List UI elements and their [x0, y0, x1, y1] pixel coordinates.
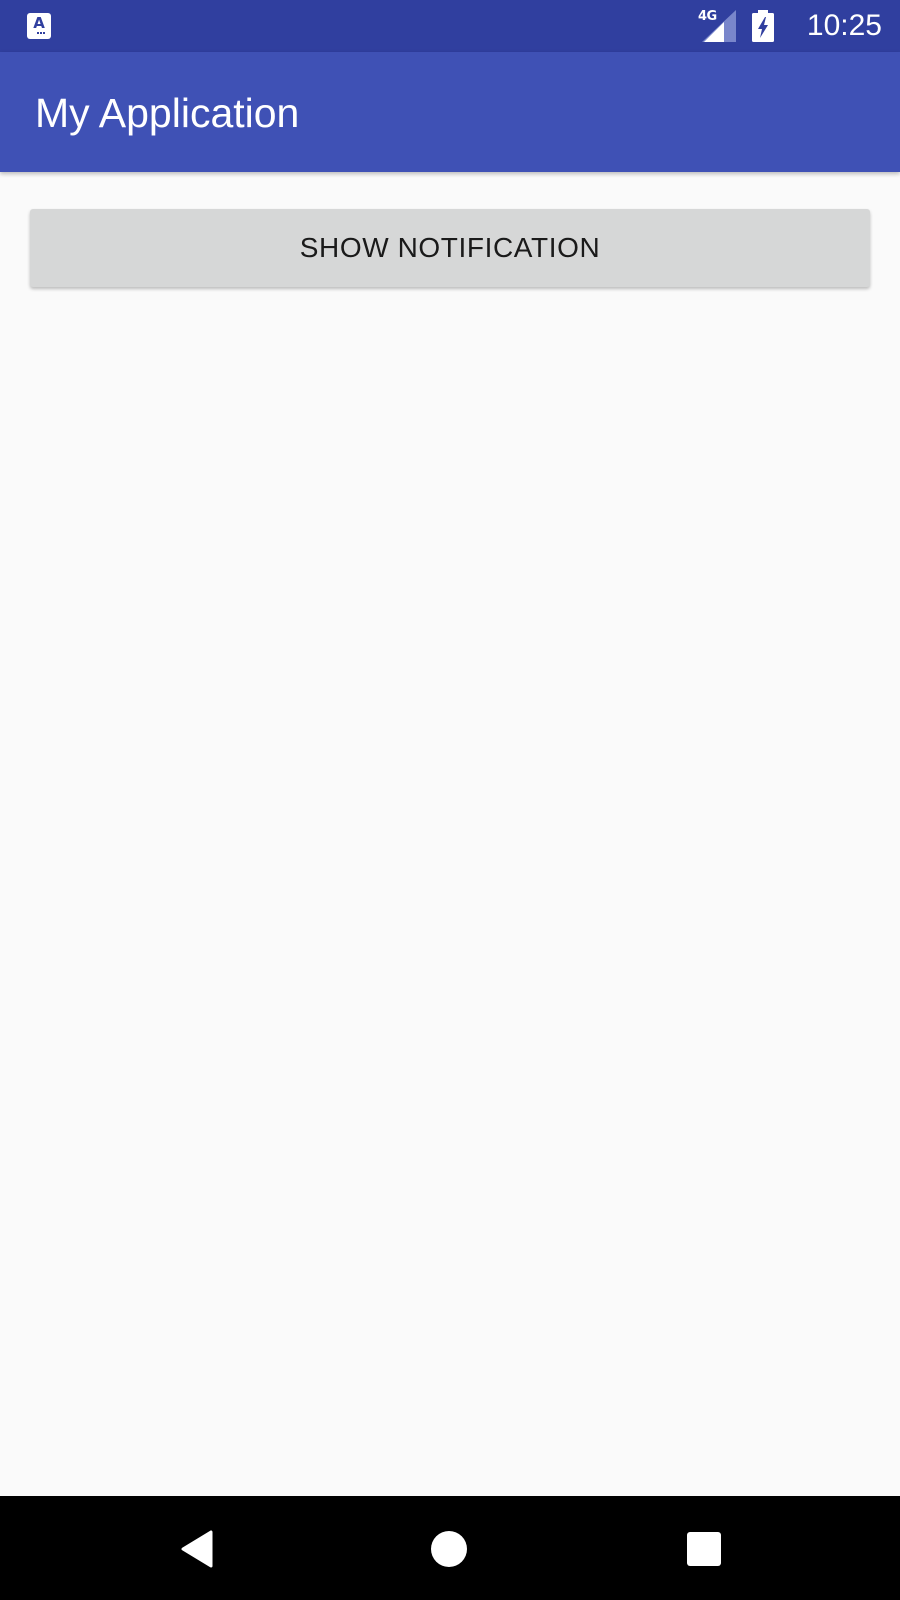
status-time: 10:25 — [806, 9, 882, 42]
navigation-bar — [0, 1496, 900, 1600]
status-bar: A 4G 10:25 — [0, 0, 900, 52]
recents-square-icon[interactable] — [687, 1532, 721, 1566]
battery-charging-icon — [752, 10, 774, 42]
show-notification-button[interactable]: SHOW NOTIFICATION — [30, 209, 870, 287]
back-triangle-icon[interactable] — [181, 1530, 215, 1568]
app-bar: My Application — [0, 52, 900, 172]
home-circle-icon[interactable] — [431, 1531, 467, 1567]
app-title: My Application — [35, 90, 300, 136]
font-accessibility-icon: A — [27, 13, 51, 39]
screen: A 4G 10:25 My Application SHOW NOTIFICAT… — [0, 0, 900, 1600]
cellular-signal-icon — [702, 10, 736, 42]
